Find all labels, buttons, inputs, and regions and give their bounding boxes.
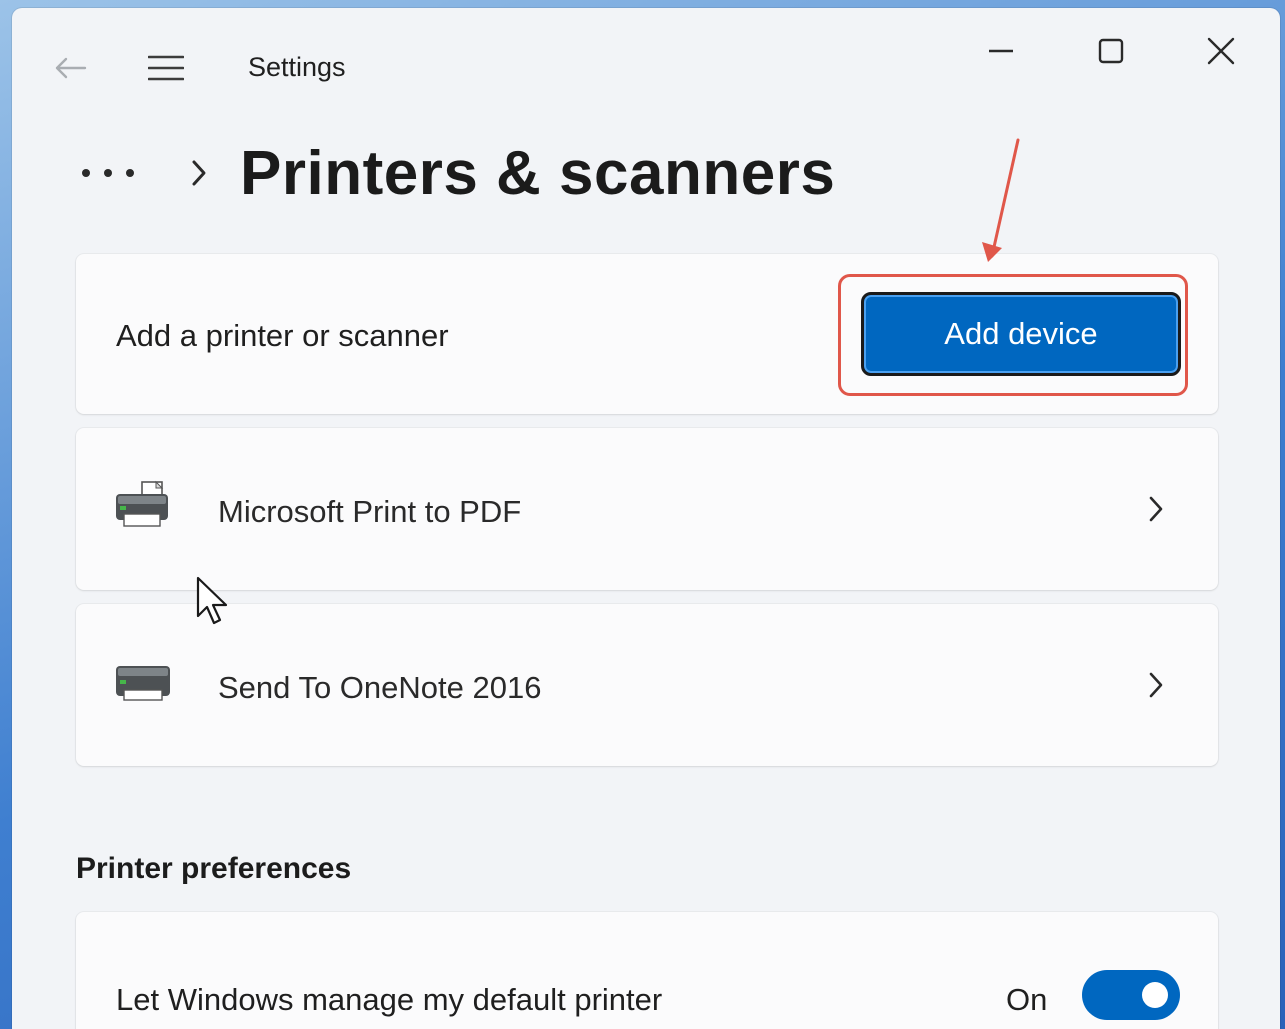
maximize-icon — [1098, 38, 1124, 64]
add-printer-label: Add a printer or scanner — [116, 318, 449, 353]
printer-name: Send To OneNote 2016 — [218, 670, 542, 705]
add-device-button[interactable]: Add device — [861, 292, 1181, 376]
printer-item-send-to-onenote[interactable]: Send To OneNote 2016 — [76, 604, 1218, 766]
settings-window: Settings Printers & scanners Add a print… — [12, 8, 1280, 1029]
add-printer-card: Add a printer or scanner Add device — [76, 254, 1218, 414]
breadcrumb-separator — [184, 158, 214, 188]
close-button[interactable] — [1198, 28, 1244, 74]
more-dots-icon — [82, 169, 134, 177]
back-arrow-icon — [55, 57, 87, 79]
close-icon — [1207, 37, 1235, 65]
printer-name: Microsoft Print to PDF — [218, 494, 522, 529]
back-button[interactable] — [48, 48, 92, 88]
maximize-button[interactable] — [1088, 28, 1134, 74]
minimize-icon — [989, 49, 1013, 53]
section-title-printer-preferences: Printer preferences — [76, 852, 352, 885]
default-printer-toggle[interactable] — [1082, 970, 1180, 1020]
navigation-menu-button[interactable] — [142, 48, 190, 88]
app-title: Settings — [248, 52, 346, 82]
minimize-button[interactable] — [978, 28, 1024, 74]
default-printer-setting-card: Let Windows manage my default printer On — [76, 912, 1218, 1029]
title-bar: Settings — [12, 8, 1280, 118]
printer-icon — [116, 666, 170, 701]
printer-item-microsoft-print-to-pdf[interactable]: Microsoft Print to PDF — [76, 428, 1218, 590]
chevron-right-icon — [1144, 494, 1168, 524]
breadcrumb-more-button[interactable] — [76, 153, 140, 193]
toggle-state-label: On — [1006, 982, 1048, 1017]
chevron-right-icon — [192, 160, 206, 186]
default-printer-label: Let Windows manage my default printer — [116, 982, 663, 1017]
breadcrumb: Printers & scanners — [76, 128, 835, 218]
page-title: Printers & scanners — [240, 138, 836, 208]
toggle-knob — [1142, 982, 1168, 1008]
printer-icon — [116, 480, 168, 527]
chevron-right-icon — [1144, 670, 1168, 700]
hamburger-menu-icon — [148, 55, 184, 81]
